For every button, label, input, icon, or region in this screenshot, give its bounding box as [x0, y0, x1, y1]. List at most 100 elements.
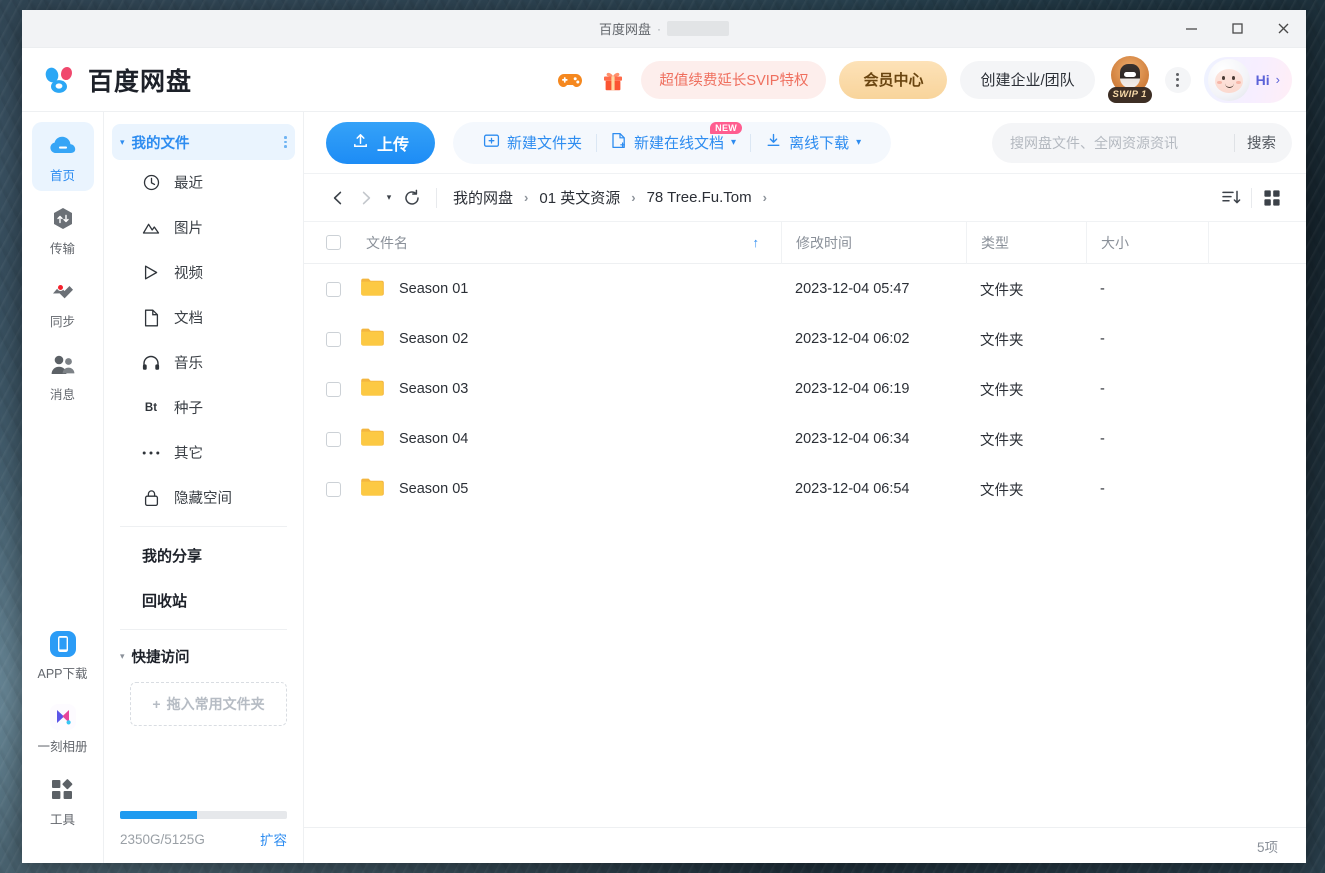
sidebar-item-transfer[interactable]: 传输	[32, 195, 94, 264]
sidebar-item-app-download[interactable]: APP下载	[32, 620, 94, 689]
sidebar-item-photo-album[interactable]: 一刻相册	[32, 693, 94, 762]
column-header-size[interactable]: 大小	[1086, 222, 1208, 264]
sort-ascending-icon[interactable]: ↑	[753, 235, 760, 250]
app-body: 首页 传输 同步	[22, 112, 1306, 863]
view-controls	[1211, 182, 1292, 214]
grid-view-icon[interactable]	[1252, 182, 1292, 214]
brand-logo-group[interactable]: 百度网盘	[44, 62, 192, 98]
sidebar-item-home[interactable]: 首页	[32, 122, 94, 191]
folder-icon	[360, 277, 384, 301]
table-row[interactable]: Season 012023-12-04 05:47文件夹-	[304, 264, 1306, 314]
brand-actions: 超值续费延长SVIP特权 会员中心 创建企业/团队 SWIP 1	[555, 56, 1292, 104]
tree-item-label: 回收站	[142, 590, 187, 611]
file-toolbar: 上传 新建文件夹 NEW 新建在线文档	[304, 112, 1306, 174]
table-row[interactable]: Season 042023-12-04 06:34文件夹-	[304, 414, 1306, 464]
search-button[interactable]: 搜索	[1247, 132, 1288, 153]
breadcrumb-separator: ›	[524, 190, 528, 205]
new-online-doc-button[interactable]: NEW 新建在线文档 ▾	[597, 122, 750, 164]
cell-name: Season 04	[326, 427, 781, 451]
tree-item-label: 最近	[174, 172, 203, 193]
folder-icon	[360, 477, 384, 501]
column-header-type[interactable]: 类型	[966, 222, 1086, 264]
offline-download-button[interactable]: 离线下载 ▾	[751, 122, 875, 164]
tree-item-label: 图片	[174, 217, 203, 238]
tree-item-recent[interactable]: 最近	[112, 160, 295, 205]
divider	[1234, 134, 1235, 152]
column-label-size: 大小	[1101, 233, 1129, 253]
plus-icon: +	[152, 696, 160, 712]
cloud-home-icon	[48, 131, 78, 161]
sidebar-item-label: 传输	[50, 238, 75, 257]
gamepad-icon[interactable]	[555, 65, 585, 95]
row-checkbox[interactable]	[326, 382, 341, 397]
breadcrumb-bar: ▾ 我的网盘 › 01 英文资源 › 78 Tree.Fu.Tom ›	[304, 174, 1306, 222]
kebab-menu-icon[interactable]	[1165, 67, 1191, 93]
create-team-button[interactable]: 创建企业/团队	[960, 61, 1094, 99]
tree-item-others[interactable]: 其它	[112, 430, 295, 475]
quick-access-dropzone[interactable]: + 拖入常用文件夹	[130, 682, 287, 726]
divider	[120, 629, 287, 630]
tree-item-documents[interactable]: 文档	[112, 295, 295, 340]
bt-icon: Bt	[142, 402, 160, 414]
column-header-name[interactable]: 文件名 ↑	[326, 222, 781, 264]
breadcrumb-item-root[interactable]: 我的网盘	[453, 187, 513, 208]
tree-item-videos[interactable]: 视频	[112, 250, 295, 295]
forward-button[interactable]	[352, 184, 380, 212]
sidebar-item-sync[interactable]: 同步	[32, 268, 94, 337]
expand-storage-link[interactable]: 扩容	[260, 829, 287, 849]
new-folder-button[interactable]: 新建文件夹	[469, 122, 596, 164]
dropzone-label: 拖入常用文件夹	[167, 694, 265, 714]
chevron-down-icon: ▾	[120, 137, 125, 148]
breadcrumb-separator: ›	[631, 190, 635, 205]
column-label-modified: 修改时间	[796, 233, 852, 253]
sort-list-icon[interactable]	[1211, 182, 1251, 214]
table-header: 文件名 ↑ 修改时间 类型 大小	[304, 222, 1306, 264]
tree-item-music[interactable]: 音乐	[112, 340, 295, 385]
select-all-checkbox[interactable]	[326, 235, 341, 250]
swip-badge-avatar[interactable]: SWIP 1	[1108, 56, 1152, 104]
brand-name: 百度网盘	[88, 62, 192, 98]
file-list[interactable]: Season 012023-12-04 05:47文件夹-Season 0220…	[304, 264, 1306, 827]
file-name-label: Season 04	[399, 431, 468, 447]
row-checkbox[interactable]	[326, 332, 341, 347]
sidebar-item-label: 一刻相册	[37, 736, 87, 755]
back-button[interactable]	[324, 184, 352, 212]
refresh-button[interactable]	[398, 184, 426, 212]
table-row[interactable]: Season 022023-12-04 06:02文件夹-	[304, 314, 1306, 364]
sidebar-item-tools[interactable]: 工具	[32, 766, 94, 835]
search-box[interactable]: 搜索	[992, 123, 1292, 163]
user-profile-chip[interactable]: Hi ›	[1204, 57, 1292, 103]
history-dropdown-button[interactable]: ▾	[380, 184, 398, 212]
tree-header-my-files[interactable]: ▾ 我的文件	[112, 124, 295, 160]
tree-item-torrents[interactable]: Bt 种子	[112, 385, 295, 430]
row-checkbox[interactable]	[326, 282, 341, 297]
tree-item-hidden-space[interactable]: 隐藏空间	[112, 475, 295, 520]
table-row[interactable]: Season 032023-12-04 06:19文件夹-	[304, 364, 1306, 414]
column-label-type: 类型	[981, 233, 1009, 253]
divider	[436, 188, 437, 208]
tree-item-my-shares[interactable]: 我的分享	[112, 533, 295, 578]
storage-progress-fill	[120, 811, 197, 819]
tree-item-recycle-bin[interactable]: 回收站	[112, 578, 295, 623]
play-triangle-icon	[142, 264, 160, 281]
search-input[interactable]	[1010, 135, 1230, 151]
window-title: 百度网盘	[599, 19, 651, 38]
cell-type: 文件夹	[966, 279, 1086, 300]
sidebar-item-messages[interactable]: 消息	[32, 341, 94, 410]
gift-icon[interactable]	[598, 65, 628, 95]
vip-center-button[interactable]: 会员中心	[839, 61, 947, 99]
row-checkbox[interactable]	[326, 432, 341, 447]
headphones-icon	[142, 355, 160, 371]
table-row[interactable]: Season 052023-12-04 06:54文件夹-	[304, 464, 1306, 514]
upload-button[interactable]: 上传	[326, 122, 435, 164]
tree-item-images[interactable]: 图片	[112, 205, 295, 250]
row-checkbox[interactable]	[326, 482, 341, 497]
tree-group-quick-access[interactable]: ▾ 快捷访问	[112, 636, 295, 676]
breadcrumb-item-1[interactable]: 01 英文资源	[539, 187, 620, 208]
kebab-menu-icon[interactable]	[284, 136, 287, 148]
breadcrumb-item-2[interactable]: 78 Tree.Fu.Tom	[647, 189, 752, 206]
promo-svip-button[interactable]: 超值续费延长SVIP特权	[641, 61, 826, 99]
new-folder-label: 新建文件夹	[507, 132, 582, 153]
sidebar-item-label: APP下载	[37, 663, 87, 682]
column-header-modified[interactable]: 修改时间	[781, 222, 966, 264]
